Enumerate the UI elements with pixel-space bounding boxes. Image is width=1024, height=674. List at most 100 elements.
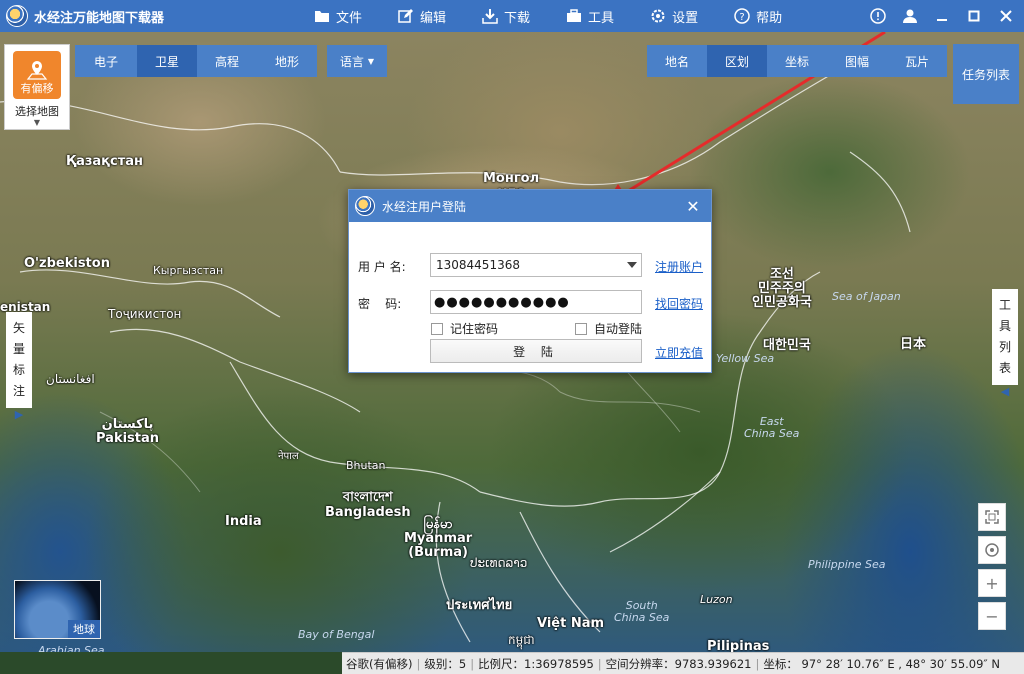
map-label: Кыргызстан (153, 264, 224, 277)
zoom-out-icon[interactable]: − (978, 602, 1006, 630)
tool-list-tab[interactable]: 工 具 列 表 ◀ (992, 289, 1018, 398)
select-map-label: 选择地图 (15, 105, 59, 118)
chevron-right-icon: ▶ (14, 408, 24, 421)
download-icon (482, 8, 498, 24)
map-label: Тоҷикистон (108, 307, 182, 321)
menu-settings[interactable]: 设置 (650, 7, 698, 26)
username-combobox[interactable]: 13084451368 (430, 253, 642, 277)
login-button[interactable]: 登 陆 (430, 339, 642, 363)
map-label: Қазақстан (66, 154, 143, 169)
tab-sheets[interactable]: 图幅 (827, 45, 887, 77)
sea-label: South China Sea (614, 599, 670, 624)
locate-icon[interactable] (978, 536, 1006, 564)
map-label: नेपाल (278, 451, 299, 462)
main-menu: 文件 编辑 下载 工具 设置 ? 帮助 (314, 7, 818, 26)
dialog-title-bar[interactable]: 水经注用户登陆 (349, 190, 711, 222)
dialog-close-icon[interactable]: ✕ (683, 196, 703, 216)
tab-terrain[interactable]: 地形 (257, 45, 317, 77)
language-dropdown[interactable]: 语言 ▼ (327, 45, 387, 77)
map-label: ປະເທດລາວ (470, 556, 528, 570)
app-logo-icon (6, 5, 28, 27)
map-label: 조선 민주주의 인민공화국 (752, 267, 812, 310)
map-label: O'zbekiston (24, 256, 110, 271)
map-label: پاکستان Pakistan (96, 417, 160, 446)
recover-password-link[interactable]: 找回密码 (655, 295, 703, 312)
toolbox-icon (566, 8, 582, 24)
remember-password-checkbox[interactable]: 记住密码 (431, 320, 498, 337)
zoom-in-icon[interactable]: + (978, 569, 1006, 597)
chevron-left-icon: ◀ (1000, 385, 1010, 398)
status-source: 谷歌(有偏移) (346, 656, 413, 671)
tab-elevation[interactable]: 高程 (197, 45, 257, 77)
map-label: កម្ពុជា (508, 633, 535, 647)
map-label: افغانستان (46, 372, 95, 386)
dropdown-arrow-icon[interactable] (627, 262, 637, 268)
user-icon[interactable] (894, 0, 926, 32)
auto-login-checkbox[interactable]: 自动登陆 (575, 320, 642, 337)
sea-label: Yellow Sea (716, 352, 775, 365)
globe-view-button[interactable]: 地球 (14, 580, 101, 639)
dialog-title: 水经注用户登陆 (382, 199, 467, 214)
tab-boundaries[interactable]: 区划 (707, 45, 767, 77)
status-bar: 谷歌(有偏移) | 级别：5 | 比例尺：1:36978595 | 空间分辨率：978… (342, 652, 1024, 674)
info-icon[interactable] (862, 0, 894, 32)
map-label: Luzon (700, 593, 733, 606)
help-icon: ? (734, 8, 750, 24)
login-dialog: 水经注用户登陆 ✕ 用 户 名: 13084451368 注册账户 密 码: ●… (348, 189, 712, 373)
map-label: 日本 (900, 337, 927, 352)
tab-placenames[interactable]: 地名 (647, 45, 707, 77)
map-label: India (225, 514, 262, 529)
map-type-tabs: 电子 卫星 高程 地形 (75, 45, 317, 77)
tab-tiles[interactable]: 瓦片 (887, 45, 947, 77)
maximize-icon[interactable] (958, 0, 990, 32)
sea-label: Bay of Bengal (298, 628, 375, 641)
map-label: বাংলাদেশ Bangladesh (325, 490, 411, 520)
password-field[interactable]: ●●●●●●●●●●● (430, 290, 642, 314)
sea-label: Arabian Sea (38, 644, 105, 652)
edit-icon (398, 8, 414, 24)
status-resolution: 空间分辨率：9783.939621 (605, 656, 752, 671)
select-map-button[interactable]: 有偏移 选择地图 ▼ (4, 44, 70, 130)
minimize-icon[interactable] (926, 0, 958, 32)
folder-icon (314, 8, 330, 24)
sea-label: East China Sea (744, 415, 800, 440)
svg-text:?: ? (739, 12, 744, 23)
map-source-badge: 有偏移 (13, 51, 61, 99)
close-icon[interactable] (990, 0, 1022, 32)
fullscreen-icon[interactable] (978, 503, 1006, 531)
map-label: Bhutan (346, 459, 386, 472)
status-level: 级别：5 (424, 656, 467, 671)
sea-label: Sea of Japan (832, 290, 901, 303)
title-bar: 水经注万能地图下载器 文件 编辑 下载 工具 设置 ? 帮助 (0, 0, 1024, 32)
map-label: မြန်မာ Myanmar (Burma) (404, 517, 473, 560)
map-bottom-strip (0, 652, 342, 674)
tab-electronic[interactable]: 电子 (75, 45, 137, 77)
caret-down-icon: ▼ (367, 56, 375, 66)
map-pin-icon (26, 61, 48, 80)
map-label: Pilipinas (707, 639, 770, 652)
menu-file[interactable]: 文件 (314, 7, 362, 26)
status-coordinate: 坐标： 97° 28′ 10.76″ E , 48° 30′ 55.09″ N (763, 656, 1000, 671)
task-list-button[interactable]: 任务列表 (953, 44, 1019, 104)
map-label: ประเทศไทย (446, 598, 513, 613)
tab-satellite[interactable]: 卫星 (137, 45, 197, 77)
menu-edit[interactable]: 编辑 (398, 7, 446, 26)
tab-coordinates[interactable]: 坐标 (767, 45, 827, 77)
map-label: Việt Nam (537, 616, 605, 631)
globe-label: 地球 (68, 620, 100, 638)
caret-down-icon: ▼ (33, 118, 41, 127)
password-label: 密 码: (358, 297, 402, 311)
menu-help[interactable]: ? 帮助 (734, 7, 782, 26)
gear-icon (650, 8, 666, 24)
menu-download[interactable]: 下载 (482, 7, 530, 26)
map-label: 대한민국 (763, 338, 811, 353)
app-logo-icon (355, 196, 375, 216)
status-scale: 比例尺：1:36978595 (478, 656, 594, 671)
checkbox-icon (431, 322, 443, 335)
register-link[interactable]: 注册账户 (655, 258, 703, 275)
vector-annotation-tab[interactable]: 矢 量 标 注 ▶ (6, 312, 32, 421)
sea-label: Philippine Sea (808, 558, 886, 571)
recharge-link[interactable]: 立即充值 (655, 344, 703, 361)
menu-tools[interactable]: 工具 (566, 7, 614, 26)
checkbox-icon (575, 322, 587, 335)
